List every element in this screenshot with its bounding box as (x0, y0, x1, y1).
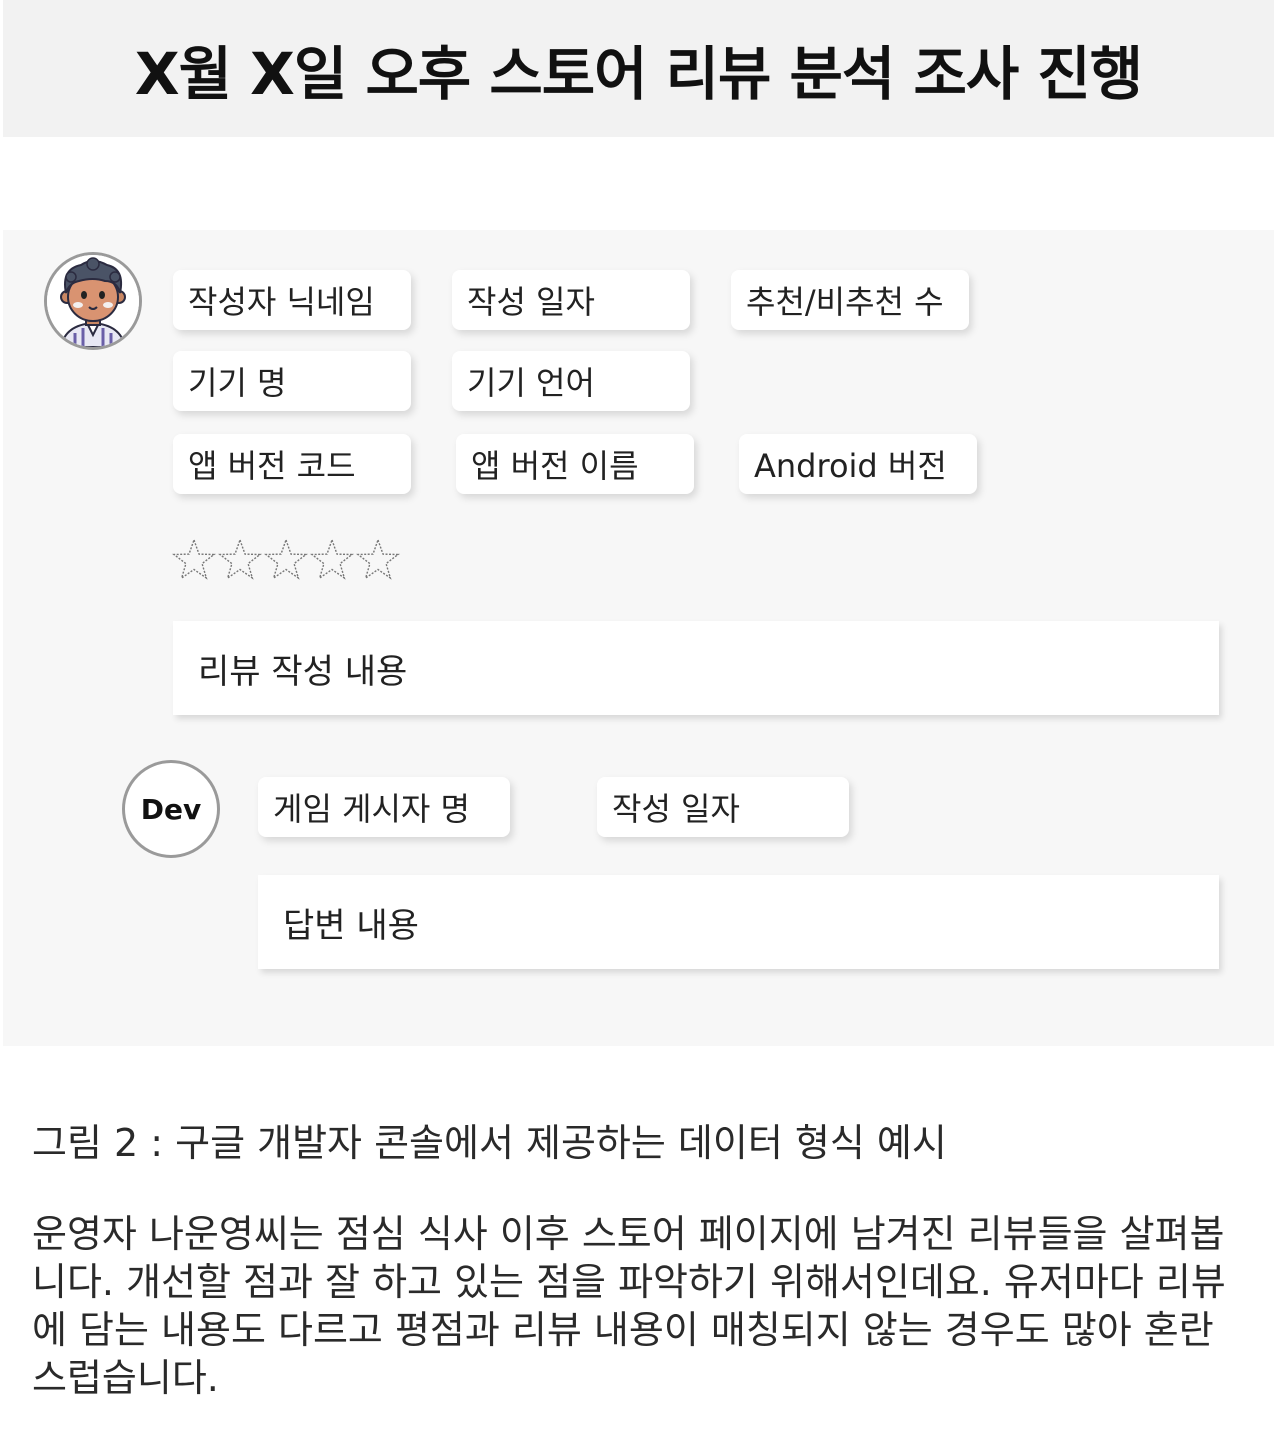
review-format-panel: 작성자 닉네임 작성 일자 추천/비추천 수 기기 명 기기 언어 앱 버전 코… (3, 230, 1274, 1046)
star-outline-icon (264, 537, 308, 580)
body-paragraph: 운영자 나운영씨는 점심 식사 이후 스토어 페이지에 남겨진 리뷰들을 살펴봅… (32, 1212, 1226, 1400)
user-avatar-icon (47, 255, 139, 347)
page-title: X월 X일 오후 스토어 리뷰 분석 조사 진행 (134, 39, 1143, 108)
field-app-version-code: 앱 버전 코드 (173, 434, 411, 494)
field-android-version: Android 버전 (739, 434, 977, 494)
field-device-name: 기기 명 (173, 351, 411, 411)
user-avatar (44, 252, 142, 350)
review-content-box: 리뷰 작성 내용 (173, 621, 1219, 715)
dev-avatar: Dev (122, 760, 220, 858)
star-outline-icon (218, 537, 262, 580)
field-app-version-name: 앱 버전 이름 (456, 434, 694, 494)
field-publisher-name: 게임 게시자 명 (258, 777, 510, 837)
star-outline-icon (310, 537, 354, 580)
field-author-nickname: 작성자 닉네임 (173, 270, 411, 330)
field-recommend-count: 추천/비추천 수 (731, 270, 969, 330)
star-outline-icon (356, 537, 400, 580)
field-device-language: 기기 언어 (452, 351, 690, 411)
field-reply-date: 작성 일자 (597, 777, 849, 837)
rating-stars (171, 535, 401, 583)
field-written-date: 작성 일자 (452, 270, 690, 330)
reply-content-box: 답변 내용 (258, 875, 1219, 969)
star-outline-icon (172, 537, 216, 580)
page-header: X월 X일 오후 스토어 리뷰 분석 조사 진행 (3, 0, 1274, 137)
figure-caption: 그림 2 : 구글 개발자 콘솔에서 제공하는 데이터 형식 예시 (32, 1121, 947, 1165)
